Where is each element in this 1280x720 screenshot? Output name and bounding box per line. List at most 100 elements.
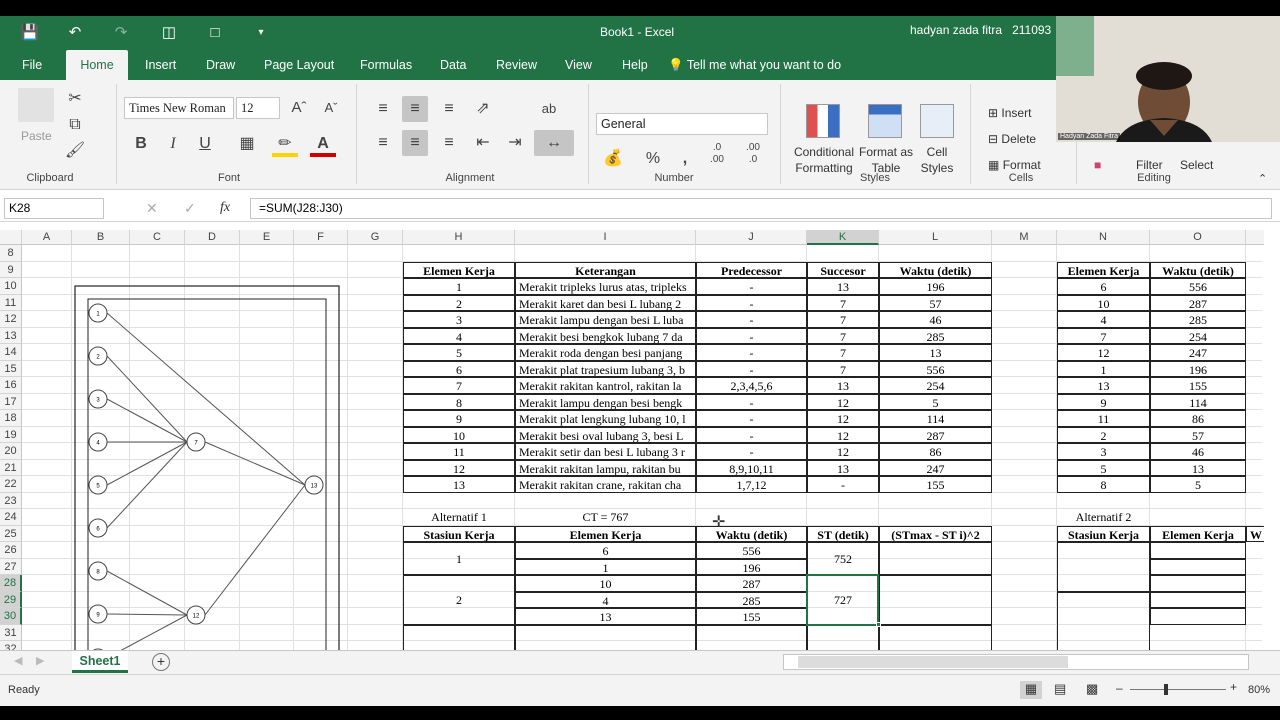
table2-cell[interactable]: 196	[1150, 360, 1246, 377]
table1-header[interactable]: Keterangan	[515, 261, 696, 278]
column-header-f[interactable]: F	[294, 230, 348, 245]
table2-cell[interactable]: 4	[1057, 311, 1150, 328]
column-header-p[interactable]	[1246, 230, 1264, 245]
column-header-i[interactable]: I	[515, 230, 696, 245]
table1-cell[interactable]: Merakit rakitan lampu, rakitan bu	[515, 459, 696, 476]
insert-cells-button[interactable]: ⊞ Insert	[988, 106, 1031, 120]
station-id[interactable]: 1	[403, 542, 515, 575]
table1-cell[interactable]: Merakit plat lengkung lubang 10, l	[515, 410, 696, 427]
table1-cell[interactable]: 12	[403, 459, 515, 476]
decrease-decimal-icon[interactable]: .00.0	[740, 142, 766, 168]
column-header-e[interactable]: E	[240, 230, 294, 245]
alt1-variance-cell[interactable]	[879, 575, 992, 625]
table1-cell[interactable]: 13	[403, 476, 515, 493]
row-header-24[interactable]: 24	[0, 509, 22, 526]
tab-help[interactable]: Help	[612, 50, 658, 80]
column-header-n[interactable]: N	[1057, 230, 1150, 245]
alt2-header[interactable]: W	[1246, 525, 1264, 542]
alt1-time[interactable]: 196	[696, 558, 807, 575]
column-header-d[interactable]: D	[185, 230, 240, 245]
table1-cell[interactable]: 1,7,12	[696, 476, 807, 493]
table1-cell[interactable]: 12	[807, 410, 879, 427]
name-box[interactable]: K28	[4, 198, 104, 219]
row-header-26[interactable]: 26	[0, 542, 22, 559]
align-right-icon[interactable]: ≡	[436, 130, 462, 156]
font-name-select[interactable]: Times New Roman	[124, 97, 234, 119]
row-header-13[interactable]: 13	[0, 327, 22, 344]
table2-cell[interactable]: 7	[1057, 327, 1150, 344]
font-size-select[interactable]: 12	[236, 97, 280, 119]
alt2-title[interactable]: Alternatif 2	[1057, 509, 1150, 526]
row-header-30[interactable]: 30	[0, 608, 22, 625]
table1-cell[interactable]: -	[696, 443, 807, 460]
paste-icon[interactable]	[18, 88, 54, 122]
table1-cell[interactable]: 196	[879, 278, 992, 295]
tab-review[interactable]: Review	[486, 50, 547, 80]
row-header-21[interactable]: 21	[0, 459, 22, 476]
table1-cell[interactable]: -	[696, 410, 807, 427]
tab-page-layout[interactable]: Page Layout	[254, 50, 344, 80]
table1-cell[interactable]: 2	[403, 294, 515, 311]
filter-button[interactable]: Filter	[1136, 158, 1163, 172]
table1-cell[interactable]: 13	[807, 377, 879, 394]
row-header-14[interactable]: 14	[0, 344, 22, 361]
row-header-8[interactable]: 8	[0, 245, 22, 262]
sheet-tab-sheet1[interactable]: Sheet1	[72, 651, 128, 673]
zoom-level[interactable]: 80%	[1248, 684, 1270, 696]
table2-cell[interactable]: 3	[1057, 443, 1150, 460]
table1-cell[interactable]: 7	[807, 294, 879, 311]
table2-cell[interactable]: 46	[1150, 443, 1246, 460]
table1-cell[interactable]: 13	[879, 344, 992, 361]
alt1-element[interactable]: 13	[515, 608, 696, 625]
alt1-title[interactable]: Alternatif 1	[403, 509, 515, 526]
table1-cell[interactable]: Merakit besi bengkok lubang 7 da	[515, 327, 696, 344]
table2-cell[interactable]: 13	[1057, 377, 1150, 394]
percent-icon[interactable]: %	[640, 146, 666, 172]
table1-cell[interactable]: 155	[879, 476, 992, 493]
table1-cell[interactable]: Merakit lampu dengan besi bengk	[515, 393, 696, 410]
alt2-empty-cell[interactable]	[1150, 542, 1246, 559]
table1-cell[interactable]: 12	[807, 443, 879, 460]
table1-cell[interactable]: 9	[403, 410, 515, 427]
increase-indent-icon[interactable]: ⇥	[502, 130, 528, 156]
table2-cell[interactable]: 10	[1057, 294, 1150, 311]
table1-cell[interactable]: 5	[403, 344, 515, 361]
table2-cell[interactable]: 13	[1150, 459, 1246, 476]
table1-cell[interactable]: 6	[403, 360, 515, 377]
tab-data[interactable]: Data	[430, 50, 476, 80]
table2-cell[interactable]: 2	[1057, 426, 1150, 443]
alt2-empty-cell[interactable]	[1057, 542, 1150, 592]
page-break-view-icon[interactable]: ▩	[1086, 681, 1098, 697]
format-cells-button[interactable]: ▦ Format	[988, 158, 1041, 172]
table2-cell[interactable]: 8	[1057, 476, 1150, 493]
italic-icon[interactable]: I	[160, 131, 186, 157]
zoom-out-icon[interactable]: –	[1116, 681, 1123, 695]
save-icon[interactable]: 💾	[19, 22, 41, 44]
table1-cell[interactable]: 11	[403, 443, 515, 460]
table2-cell[interactable]: 11	[1057, 410, 1150, 427]
tab-home[interactable]: Home	[66, 50, 128, 80]
table2-header[interactable]: Waktu (detik)	[1150, 261, 1246, 278]
table1-cell[interactable]: 46	[879, 311, 992, 328]
undo-icon[interactable]: ↶	[64, 22, 86, 44]
tab-draw[interactable]: Draw	[196, 50, 245, 80]
alt1-header[interactable]: (STmax - ST i)^2	[879, 525, 992, 542]
row-header-9[interactable]: 9	[0, 261, 22, 278]
merge-center-icon[interactable]: ↔	[534, 130, 574, 156]
page-layout-view-icon[interactable]: ▤	[1054, 681, 1066, 697]
bold-icon[interactable]: B	[128, 131, 154, 157]
accounting-format-icon[interactable]: 💰	[600, 146, 626, 172]
column-header-m[interactable]: M	[992, 230, 1057, 245]
align-left-icon[interactable]: ≡	[370, 130, 396, 156]
borders-icon[interactable]: ▦	[234, 131, 260, 157]
alt2-empty-cell[interactable]	[1150, 558, 1246, 575]
table1-header[interactable]: Elemen Kerja	[403, 261, 515, 278]
table2-cell[interactable]: 287	[1150, 294, 1246, 311]
add-sheet-icon[interactable]: +	[152, 653, 170, 671]
alt1-time[interactable]: 287	[696, 575, 807, 592]
prev-sheet-icon[interactable]: ◀	[14, 654, 22, 667]
table1-cell[interactable]: 12	[807, 426, 879, 443]
format-painter-icon[interactable]: 🖌	[62, 138, 88, 164]
row-header-31[interactable]: 31	[0, 624, 22, 641]
table1-cell[interactable]: -	[696, 426, 807, 443]
